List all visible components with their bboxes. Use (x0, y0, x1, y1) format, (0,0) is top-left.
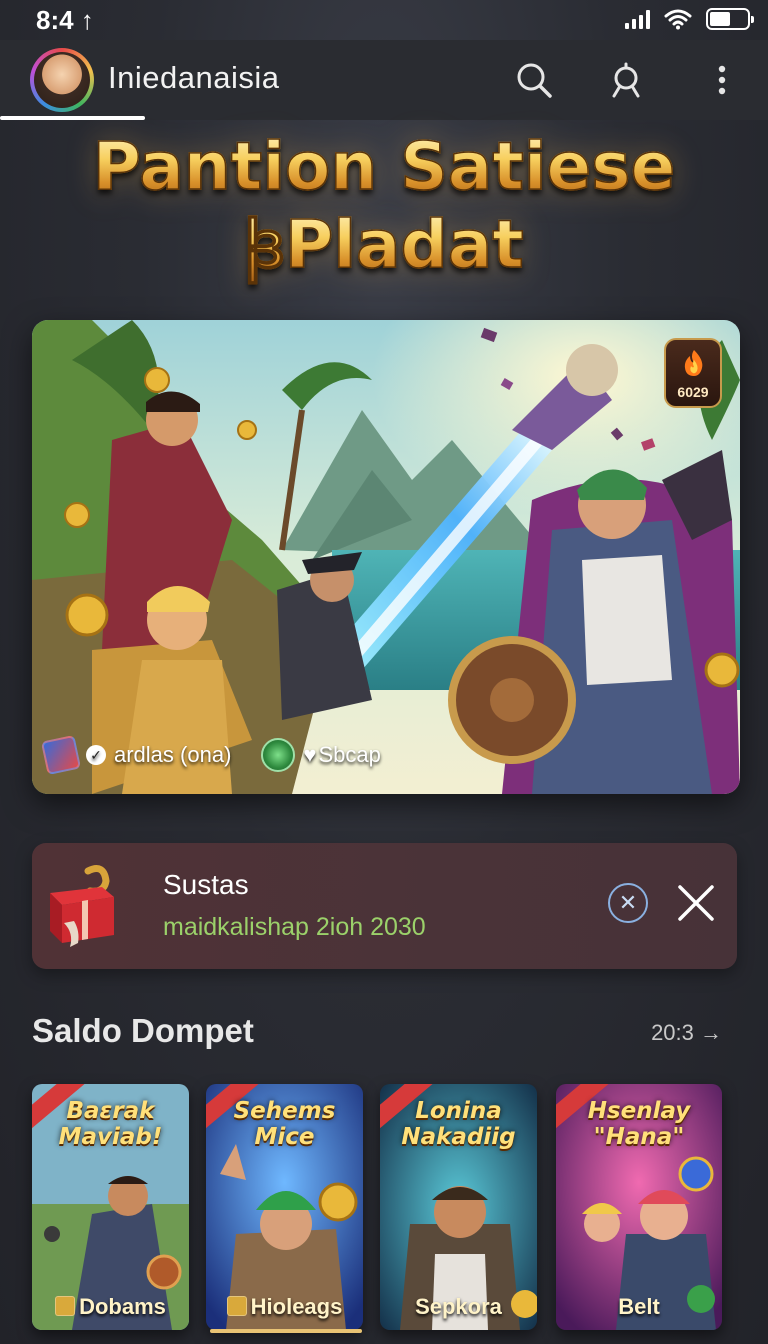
game-card-title: Hsenlay "Hana" (587, 1098, 691, 1150)
gift-icon (50, 865, 114, 947)
game-card-label: Hioleags (206, 1294, 363, 1320)
green-coin-icon (261, 738, 296, 772)
game-card-title: Baɛrak Maviab! (58, 1098, 163, 1150)
flame-icon (684, 350, 703, 376)
info-circle-icon[interactable]: ✕ (608, 883, 648, 923)
more-vertical-icon (718, 65, 726, 95)
game-card-title: Sehems Mice (233, 1098, 336, 1150)
hero-title-line-1: Pantion Satiese (0, 127, 768, 206)
game-card-label: Belt (618, 1294, 660, 1319)
section-title: Saldo Dompet (32, 1012, 254, 1049)
wifi-icon (664, 9, 692, 30)
hero-title: Pantion Satiese ꟓPladat (0, 127, 768, 284)
selected-card-indicator (210, 1329, 362, 1333)
banner-badge-number: 6029 (677, 384, 709, 400)
app-title: Iniedanaisia (108, 60, 280, 95)
banner-flame-badge: 6029 (664, 338, 722, 408)
close-icon[interactable] (676, 883, 716, 923)
featured-banner[interactable]: 6029 ✓ ardlas (ona) ♥ Sbcap (32, 320, 740, 794)
avatar[interactable] (30, 48, 94, 112)
banner-footer-right-label: Sbcap (318, 742, 381, 767)
search-button[interactable] (510, 56, 558, 104)
profile-search-icon (612, 62, 640, 98)
search-icon (517, 63, 552, 98)
game-card-title: Lonina Nakadiig (401, 1098, 516, 1150)
check-badge-icon: ✓ (86, 745, 106, 765)
notification-subtitle: maidkalishap 2ioh 2030 (163, 913, 426, 941)
profile-search-button[interactable] (602, 56, 650, 104)
dice-icon (40, 734, 82, 776)
battery-icon (706, 8, 754, 30)
game-card[interactable]: Sehems Mice Hioleags (206, 1084, 363, 1330)
more-menu-button[interactable] (698, 56, 746, 104)
status-time: 8:4 ↑ (36, 5, 94, 35)
game-card-list: Baɛrak Maviab! Dobams Sehems Mice Hiolea… (32, 1084, 732, 1334)
game-card-label: Sepkora (415, 1294, 502, 1319)
section-more-link[interactable]: 20:3 → (651, 1020, 722, 1046)
heart-icon: ♥ (303, 742, 317, 767)
app-header: Iniedanaisia (0, 40, 768, 120)
game-card[interactable]: Baɛrak Maviab! Dobams (32, 1084, 189, 1330)
notification-card[interactable]: Sustas maidkalishap 2ioh 2030 ✕ (32, 843, 737, 969)
signal-icon (625, 9, 650, 29)
banner-footer-left-label: ardlas (ona) (114, 742, 232, 767)
banner-artwork (32, 320, 740, 794)
active-tab-indicator (0, 116, 145, 120)
status-icons (625, 8, 754, 30)
banner-footer: ✓ ardlas (ona) ♥ Sbcap (40, 734, 381, 776)
hero-title-line-2: ꟓPladat (0, 205, 768, 284)
game-card[interactable]: Hsenlay "Hana" Belt (556, 1084, 722, 1330)
notification-title: Sustas (163, 869, 249, 900)
status-bar: 8:4 ↑ (0, 0, 768, 40)
game-card[interactable]: Lonina Nakadiig Sepkora (380, 1084, 537, 1330)
game-card-label: Dobams (32, 1294, 189, 1320)
